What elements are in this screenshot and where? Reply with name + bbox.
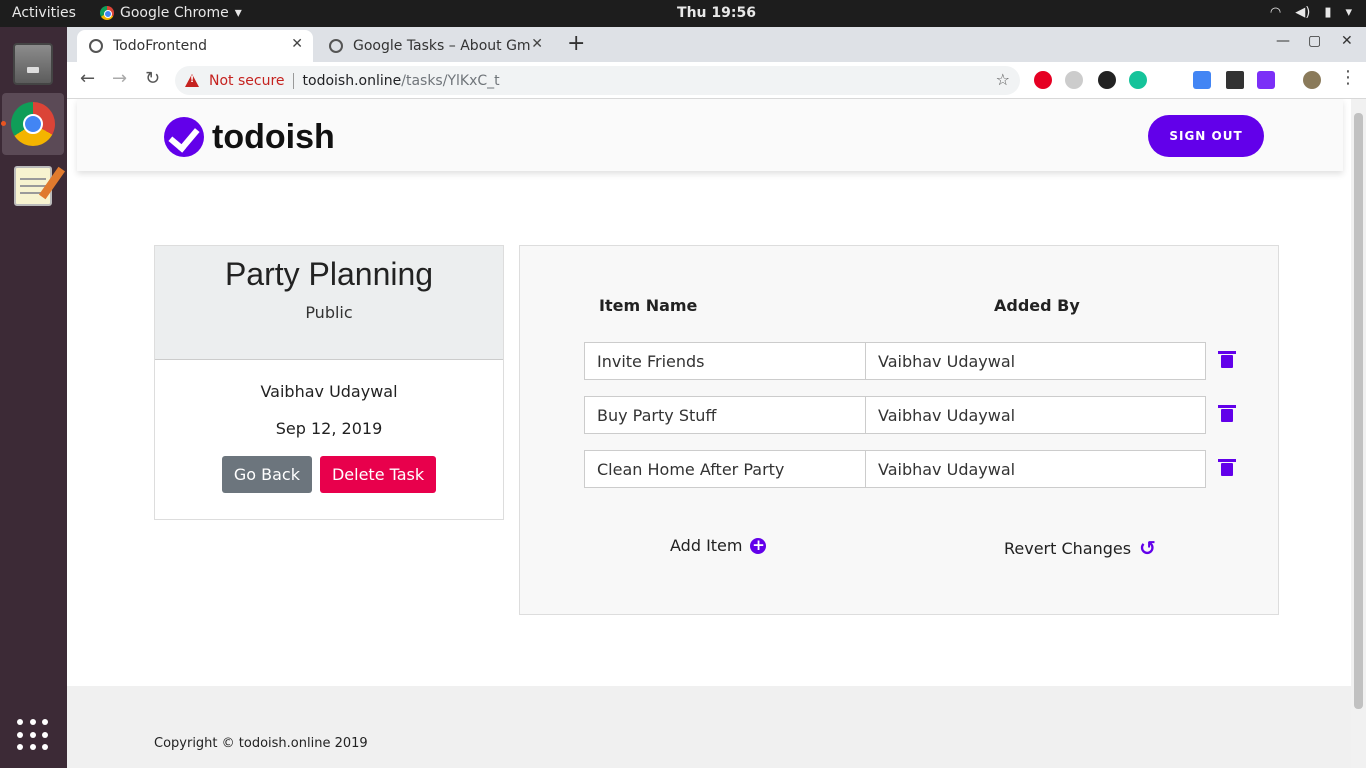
page-scrollbar[interactable] bbox=[1351, 99, 1366, 768]
pinterest-extension-icon[interactable] bbox=[1034, 71, 1052, 89]
globe-icon bbox=[89, 39, 103, 53]
extension-icon[interactable] bbox=[1065, 71, 1083, 89]
close-window-button[interactable]: ✕ bbox=[1341, 33, 1353, 49]
revert-changes-label: Revert Changes bbox=[1004, 538, 1132, 558]
item-added-by-field bbox=[865, 342, 1206, 380]
dock-chrome[interactable] bbox=[1, 93, 64, 155]
volume-icon: ◀) bbox=[1295, 5, 1311, 20]
text-editor-icon bbox=[14, 166, 52, 206]
task-card: Party Planning Public Vaibhav Udaywal Se… bbox=[154, 245, 504, 520]
delete-task-button[interactable]: Delete Task bbox=[319, 456, 437, 493]
system-top-bar: Activities Google Chrome ▾ Thu 19:56 ◠ ◀… bbox=[0, 0, 1366, 27]
browser-toolbar: ← → ↻ Not secure todoish.online /tasks/Y… bbox=[67, 62, 1366, 99]
item-row bbox=[584, 450, 1244, 488]
task-owner: Vaibhav Udaywal bbox=[260, 382, 398, 401]
item-row bbox=[584, 396, 1244, 434]
close-tab-icon[interactable]: ✕ bbox=[291, 36, 303, 52]
task-date: Sep 12, 2019 bbox=[275, 419, 383, 438]
address-bar[interactable]: Not secure todoish.online /tasks/YlKxC_t… bbox=[175, 66, 1020, 95]
sign-out-button[interactable]: SIGN OUT bbox=[1148, 115, 1264, 157]
new-tab-button[interactable]: + bbox=[567, 31, 585, 56]
logo-text: todoish bbox=[212, 117, 335, 156]
add-item-label: Add Item bbox=[670, 536, 743, 555]
add-item-button[interactable]: Add Item + bbox=[670, 535, 767, 555]
clock[interactable]: Thu 19:56 bbox=[0, 5, 1366, 21]
site-logo[interactable]: todoish bbox=[164, 117, 335, 157]
task-actions: Go Back Delete Task bbox=[155, 456, 503, 493]
globe-icon bbox=[329, 39, 343, 53]
task-visibility: Public bbox=[305, 303, 353, 322]
trash-icon[interactable] bbox=[1218, 405, 1236, 422]
item-name-input[interactable] bbox=[584, 342, 866, 380]
running-indicator bbox=[1, 121, 6, 126]
translate-extension-icon[interactable] bbox=[1193, 71, 1211, 89]
scrollbar-thumb[interactable] bbox=[1354, 113, 1363, 709]
warning-icon bbox=[185, 74, 199, 87]
revert-changes-button[interactable]: Revert Changes ↺ bbox=[1004, 536, 1156, 560]
url-path: /tasks/YlKxC_t bbox=[401, 72, 500, 89]
trash-icon[interactable] bbox=[1218, 351, 1236, 368]
url-host: todoish.online bbox=[302, 72, 402, 89]
column-header-item-name: Item Name bbox=[599, 296, 698, 315]
item-added-by-field bbox=[865, 450, 1206, 488]
system-tray[interactable]: ◠ ◀) ▮ ▾ bbox=[1270, 5, 1352, 20]
extension-icon[interactable] bbox=[1098, 71, 1116, 89]
more-menu-icon[interactable]: ⋮ bbox=[1339, 67, 1357, 88]
check-circle-icon bbox=[164, 117, 204, 157]
close-tab-icon[interactable]: ✕ bbox=[531, 36, 543, 52]
site-header: todoish SIGN OUT bbox=[77, 99, 1343, 171]
forward-button[interactable]: → bbox=[112, 68, 127, 89]
back-button[interactable]: ← bbox=[80, 68, 95, 89]
bookmark-star-icon[interactable]: ☆ bbox=[996, 70, 1010, 89]
chevron-down-icon: ▾ bbox=[1345, 5, 1352, 20]
copyright-text: Copyright © todoish.online 2019 bbox=[154, 736, 368, 751]
reload-button[interactable]: ↻ bbox=[145, 68, 160, 89]
extension-icon[interactable] bbox=[1161, 71, 1179, 89]
tab-todofrontend[interactable]: TodoFrontend ✕ bbox=[77, 30, 313, 62]
dock-files[interactable] bbox=[2, 33, 64, 95]
site-footer: Copyright © todoish.online 2019 bbox=[67, 686, 1351, 768]
extension-icon[interactable] bbox=[1257, 71, 1275, 89]
browser-window: TodoFrontend ✕ Google Tasks – About Gm ✕… bbox=[67, 27, 1366, 768]
task-card-header: Party Planning Public bbox=[155, 246, 503, 360]
dock-text-editor[interactable] bbox=[2, 155, 64, 217]
item-name-input[interactable] bbox=[584, 450, 866, 488]
web-page: todoish SIGN OUT Party Planning Public V… bbox=[67, 99, 1351, 768]
plus-circle-icon: + bbox=[750, 535, 767, 554]
go-back-button[interactable]: Go Back bbox=[221, 456, 312, 493]
column-header-added-by: Added By bbox=[994, 296, 1080, 315]
item-row bbox=[584, 342, 1244, 380]
items-card: Item Name Added By Add Item + bbox=[519, 245, 1279, 615]
tab-strip: TodoFrontend ✕ Google Tasks – About Gm ✕… bbox=[67, 27, 1366, 62]
tab-google-tasks[interactable]: Google Tasks – About Gm ✕ bbox=[317, 30, 553, 62]
divider bbox=[292, 72, 294, 89]
trash-icon[interactable] bbox=[1218, 459, 1236, 476]
maximize-button[interactable]: ▢ bbox=[1308, 33, 1321, 49]
chrome-icon bbox=[11, 102, 55, 146]
item-added-by-field bbox=[865, 396, 1206, 434]
show-applications-icon[interactable] bbox=[17, 719, 49, 751]
grammarly-extension-icon[interactable] bbox=[1129, 71, 1147, 89]
security-label[interactable]: Not secure bbox=[209, 73, 285, 89]
undo-icon: ↺ bbox=[1139, 536, 1156, 560]
item-name-input[interactable] bbox=[584, 396, 866, 434]
tab-label: TodoFrontend bbox=[113, 38, 207, 54]
dock bbox=[0, 27, 67, 768]
extension-icon[interactable] bbox=[1226, 71, 1244, 89]
files-icon bbox=[13, 43, 53, 85]
tab-label: Google Tasks – About Gm bbox=[353, 38, 531, 54]
battery-icon: ▮ bbox=[1324, 5, 1332, 20]
minimize-button[interactable]: — bbox=[1276, 33, 1290, 49]
profile-avatar[interactable] bbox=[1303, 71, 1321, 89]
task-title: Party Planning bbox=[224, 256, 434, 292]
wifi-icon: ◠ bbox=[1269, 5, 1282, 20]
